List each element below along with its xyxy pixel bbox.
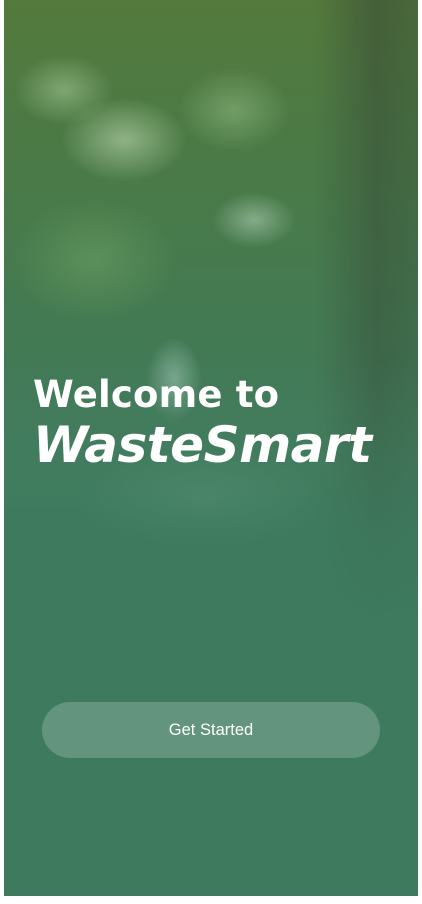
app-name: WasteSmart (33, 416, 372, 474)
welcome-text: Welcome to (33, 373, 280, 416)
get-started-label: Get Started (168, 720, 254, 739)
welcome-screen: Welcome to WasteSmart Get Started (4, 0, 418, 896)
get-started-button[interactable]: Get Started (42, 702, 380, 758)
welcome-headline: Welcome to WasteSmart (33, 372, 398, 474)
